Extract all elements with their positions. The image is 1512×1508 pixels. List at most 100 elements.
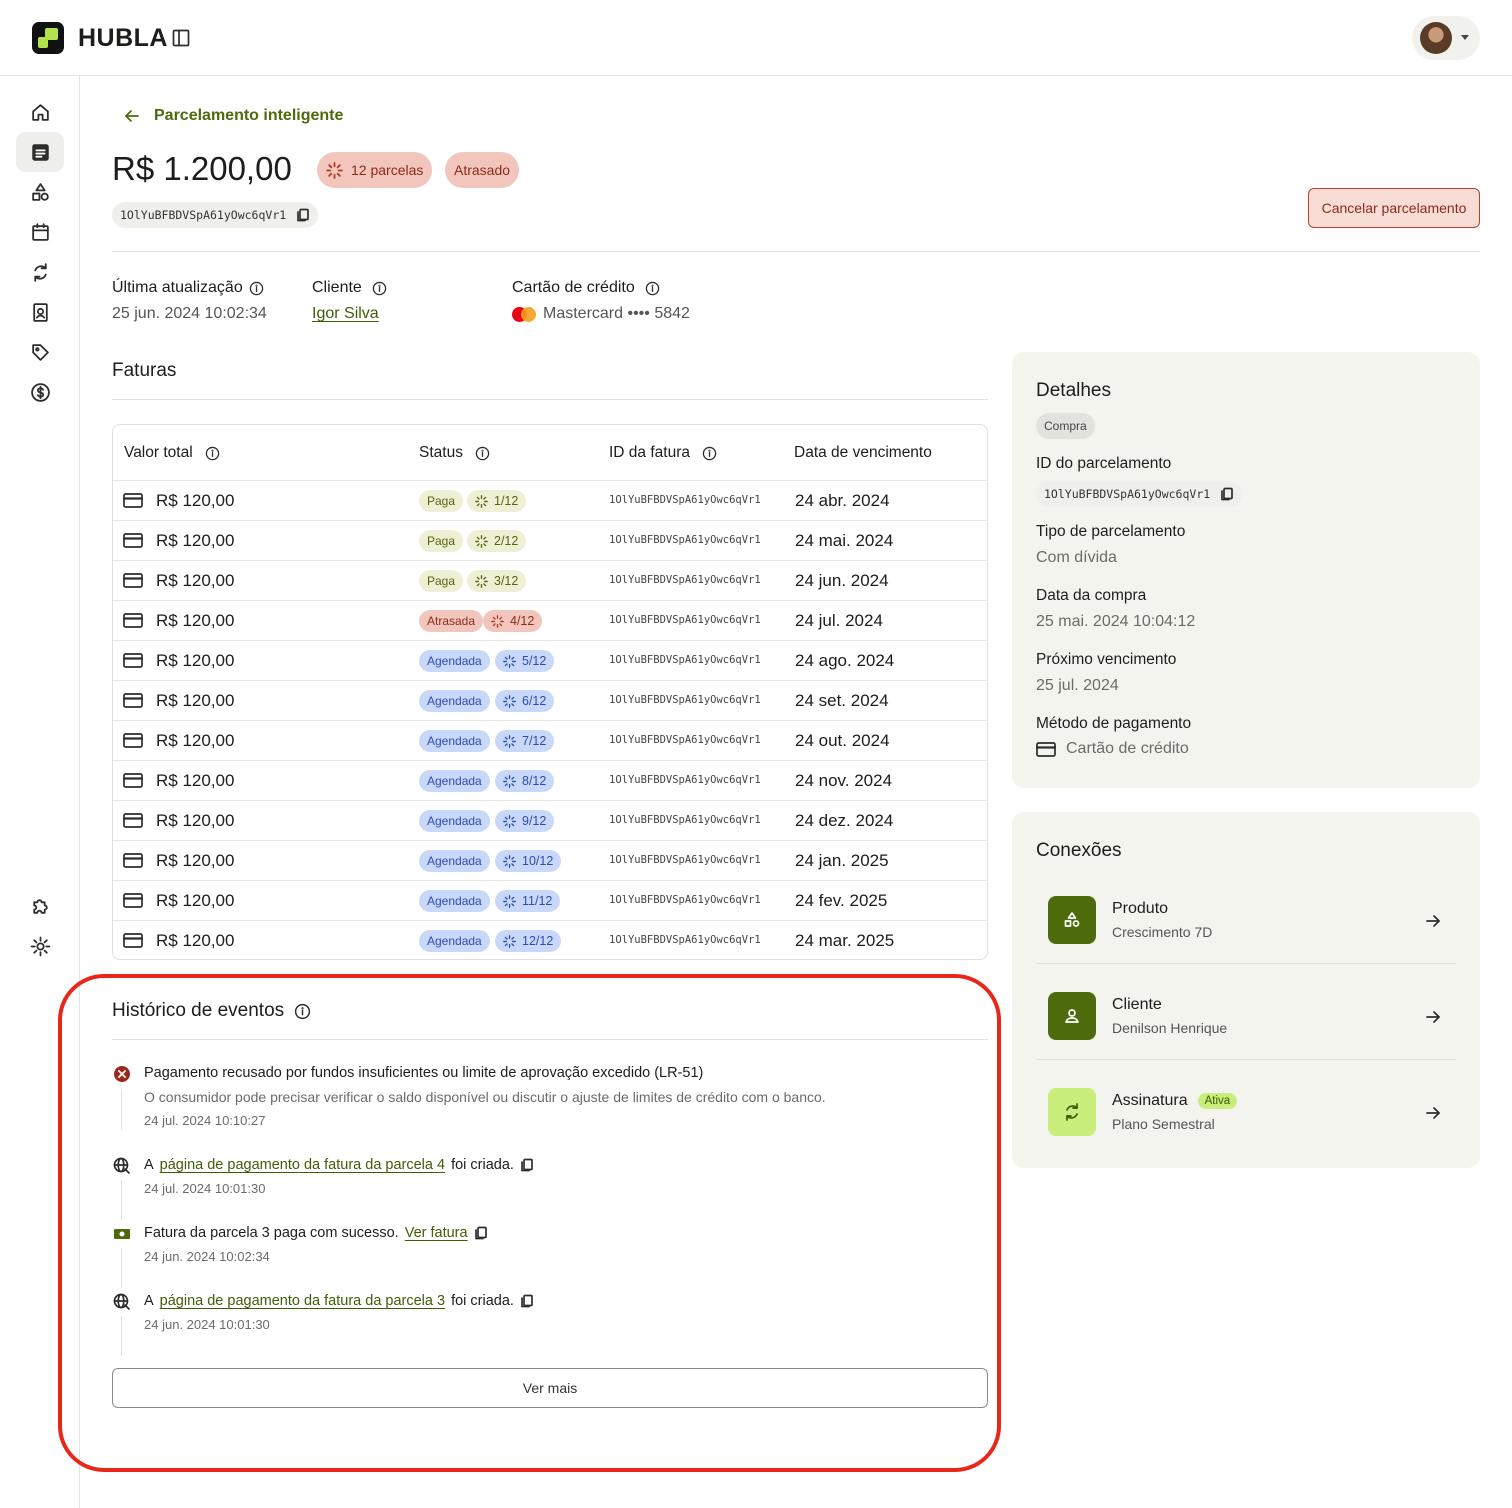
hubla-logo-icon[interactable] bbox=[32, 22, 64, 54]
connection-client[interactable]: Cliente Denilson Henrique bbox=[1036, 964, 1456, 1060]
calendar-icon bbox=[31, 222, 49, 241]
credit-card-icon bbox=[123, 573, 143, 588]
purchase-date-label: Data da compra bbox=[1036, 587, 1147, 604]
installment-id-label: ID do parcelamento bbox=[1036, 455, 1172, 472]
invoice-value: R$ 120,00 bbox=[156, 531, 235, 550]
nav-finance[interactable] bbox=[16, 372, 64, 412]
copy-icon[interactable] bbox=[1220, 487, 1234, 501]
loader-icon bbox=[503, 894, 516, 908]
nav-calendar[interactable] bbox=[16, 212, 64, 252]
purchase-type-chip: Compra bbox=[1036, 413, 1095, 439]
details-title: Detalhes bbox=[1036, 380, 1111, 401]
payment-method-label: Método de pagamento bbox=[1036, 715, 1192, 732]
invoice-due-date: 24 nov. 2024 bbox=[795, 771, 893, 790]
table-row[interactable]: R$ 120,00 Agendada 9/12 1OlYuBFBDVSpA61yOwc… bbox=[113, 800, 987, 840]
parcel-number: 9/12 bbox=[522, 814, 547, 828]
info-icon[interactable] bbox=[372, 281, 387, 296]
cancel-installment-button[interactable]: Cancelar parcelamento bbox=[1308, 188, 1480, 228]
shapes-icon bbox=[1064, 912, 1080, 927]
parcel-number: 5/12 bbox=[522, 654, 547, 668]
table-row[interactable]: R$ 120,00 Agendada 10/12 1OlYuBFBDVSpA61yOw… bbox=[113, 840, 987, 880]
installment-type-label: Tipo de parcelamento bbox=[1036, 523, 1186, 540]
nav-transactions[interactable] bbox=[16, 132, 64, 172]
table-row[interactable]: R$ 120,00 Agendada 6/12 1OlYuBFBDVSpA61yOwc… bbox=[113, 680, 987, 720]
nav-integrations[interactable] bbox=[16, 886, 64, 926]
back-link[interactable]: Parcelamento inteligente bbox=[122, 106, 343, 126]
connections-panel: Conexões Produto Crescimento 7D Cliente … bbox=[1012, 812, 1480, 1168]
info-icon[interactable] bbox=[645, 281, 660, 296]
parcel-badge: 5/12 bbox=[495, 650, 555, 672]
connection-subscription[interactable]: Assinatura Ativa Plano Semestral bbox=[1036, 1060, 1456, 1156]
info-icon[interactable] bbox=[205, 446, 220, 461]
credit-card-icon bbox=[123, 533, 143, 548]
client-label-text: Cliente bbox=[312, 279, 362, 296]
table-row[interactable]: R$ 120,00 Paga 1/12 1OlYuBFBDVSpA61yOwc6qVr… bbox=[113, 480, 987, 520]
credit-card-icon bbox=[123, 653, 143, 668]
invoice-id: 1OlYuBFBDVSpA61yOwc6qVr1 bbox=[609, 734, 761, 746]
invoice-value: R$ 120,00 bbox=[156, 691, 235, 710]
details-id-chip: 1OlYuBFBDVSpA61yOwc6qVr1 bbox=[1036, 481, 1243, 507]
parcel-number: 1/12 bbox=[494, 494, 519, 508]
payment-method-text: Cartão de crédito bbox=[1066, 740, 1189, 757]
loader-icon bbox=[503, 694, 516, 708]
user-menu-button[interactable] bbox=[1412, 16, 1480, 60]
invoice-status-badge: Atrasada bbox=[419, 610, 484, 632]
info-icon[interactable] bbox=[249, 281, 264, 296]
connection-subtitle: Crescimento 7D bbox=[1112, 924, 1213, 940]
parcel-badge: 1/12 bbox=[467, 490, 527, 512]
sidebar-toggle-icon[interactable] bbox=[172, 29, 190, 47]
installment-type-value: Com dívida bbox=[1036, 549, 1117, 566]
connection-product[interactable]: Produto Crescimento 7D bbox=[1036, 868, 1456, 964]
invoice-due-date: 24 set. 2024 bbox=[795, 691, 889, 710]
invoice-due-date: 24 jul. 2024 bbox=[795, 611, 883, 630]
nav-home[interactable] bbox=[16, 92, 64, 132]
table-row[interactable]: R$ 120,00 Paga 3/12 1OlYuBFBDVSpA61yOwc6qVr… bbox=[113, 560, 987, 600]
copy-icon[interactable] bbox=[296, 208, 310, 222]
parcel-badge: 9/12 bbox=[495, 810, 555, 832]
table-row[interactable]: R$ 120,00 Agendada 7/12 1OlYuBFBDVSpA61yOwc… bbox=[113, 720, 987, 760]
highlight-annotation bbox=[58, 974, 1001, 1472]
invoice-status-badge: Paga bbox=[419, 490, 464, 512]
purchase-date-value: 25 mai. 2024 10:04:12 bbox=[1036, 613, 1196, 630]
invoice-status-badge: Paga bbox=[419, 570, 464, 592]
column-header-total: Valor total bbox=[124, 425, 220, 481]
home-icon bbox=[31, 103, 49, 121]
nav-contacts[interactable] bbox=[16, 292, 64, 332]
nav-coupons[interactable] bbox=[16, 332, 64, 372]
table-row[interactable]: R$ 120,00 Atrasada 4/12 1OlYuBFBDVSpA61yOwc… bbox=[113, 600, 987, 640]
table-row[interactable]: R$ 120,00 Paga 2/12 1OlYuBFBDVSpA61yOwc6qVr… bbox=[113, 520, 987, 560]
invoice-status-badge: Agendada bbox=[419, 850, 490, 872]
last-update-label: Última atualização bbox=[112, 279, 264, 297]
parcel-number: 10/12 bbox=[522, 854, 554, 868]
nav-products[interactable] bbox=[16, 172, 64, 212]
installments-badge: 12 parcelas bbox=[317, 152, 433, 188]
puzzle-icon bbox=[32, 898, 48, 914]
client-link[interactable]: Igor Silva bbox=[312, 305, 379, 323]
parcel-number: 12/12 bbox=[522, 934, 554, 948]
connection-title: Produto bbox=[1112, 900, 1169, 917]
top-bar: HUBLA bbox=[0, 0, 1512, 76]
back-link-label: Parcelamento inteligente bbox=[154, 107, 344, 124]
invoice-id: 1OlYuBFBDVSpA61yOwc6qVr1 bbox=[609, 654, 761, 666]
table-row[interactable]: R$ 120,00 Agendada 12/12 1OlYuBFBDVSpA61yOw… bbox=[113, 920, 987, 959]
column-header-label: Status bbox=[419, 444, 463, 461]
dollar-icon bbox=[30, 382, 50, 402]
tag-icon bbox=[31, 343, 49, 361]
nav-subscriptions[interactable] bbox=[16, 252, 64, 292]
parcel-number: 3/12 bbox=[494, 574, 519, 588]
nav-settings[interactable] bbox=[16, 926, 64, 966]
info-icon[interactable] bbox=[702, 446, 717, 461]
active-badge: Ativa bbox=[1197, 1093, 1238, 1109]
connection-title: Cliente bbox=[1112, 996, 1162, 1013]
credit-card-label-text: Cartão de crédito bbox=[512, 279, 635, 296]
table-row[interactable]: R$ 120,00 Agendada 8/12 1OlYuBFBDVSpA61yOwc… bbox=[113, 760, 987, 800]
loader-icon bbox=[475, 574, 488, 588]
table-row[interactable]: R$ 120,00 Agendada 11/12 1OlYuBFBDVSpA61yOw… bbox=[113, 880, 987, 920]
info-icon[interactable] bbox=[475, 446, 490, 461]
invoice-due-date: 24 mai. 2024 bbox=[795, 531, 894, 550]
column-header-label: Valor total bbox=[124, 444, 193, 461]
invoice-status-badge: Paga bbox=[419, 530, 464, 552]
credit-card-icon bbox=[123, 813, 143, 828]
parcel-badge: 3/12 bbox=[467, 570, 527, 592]
table-row[interactable]: R$ 120,00 Agendada 5/12 1OlYuBFBDVSpA61yOwc… bbox=[113, 640, 987, 680]
